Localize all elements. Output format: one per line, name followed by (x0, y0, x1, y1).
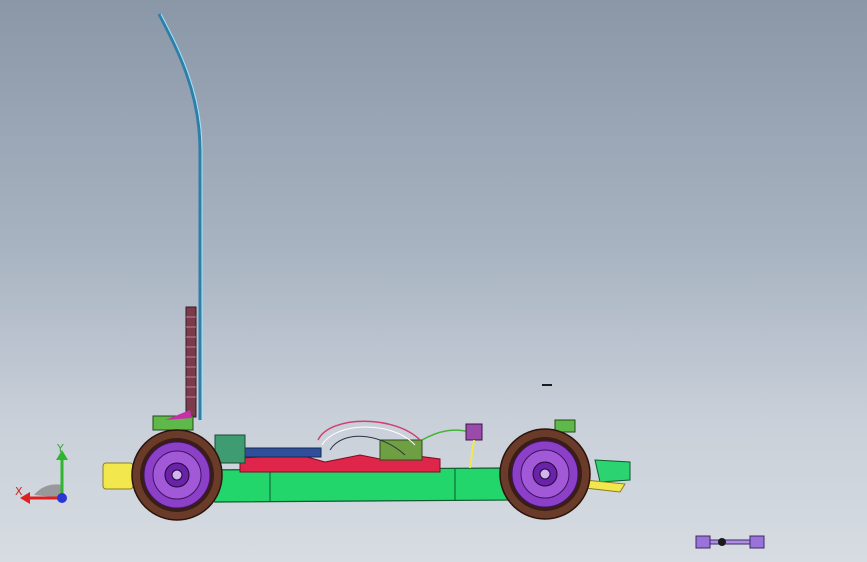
linkage-part-icon[interactable] (694, 532, 766, 552)
antenna-mount[interactable] (185, 306, 197, 418)
blue-plate[interactable] (235, 447, 322, 458)
chassis-plate[interactable] (199, 467, 521, 503)
cad-viewport[interactable]: Y X (0, 0, 867, 562)
coordinate-triad-icon: Y X (10, 440, 80, 510)
servo-link (469, 439, 475, 469)
receiver-box[interactable] (379, 439, 423, 461)
wire-harness-4 (421, 429, 471, 441)
front-bumper[interactable] (594, 459, 631, 483)
triad-y-label: Y (57, 442, 64, 455)
sketch-point-marker (542, 384, 552, 386)
front-wheel[interactable] (499, 428, 591, 520)
triad-graphic (20, 450, 68, 504)
rear-bumper[interactable] (102, 462, 134, 490)
rear-wheel[interactable] (131, 429, 223, 521)
triad-x-label: X (15, 485, 23, 498)
front-yellow-arm (584, 479, 626, 493)
rc-car-model[interactable] (0, 0, 867, 562)
front-servo[interactable] (465, 423, 483, 441)
